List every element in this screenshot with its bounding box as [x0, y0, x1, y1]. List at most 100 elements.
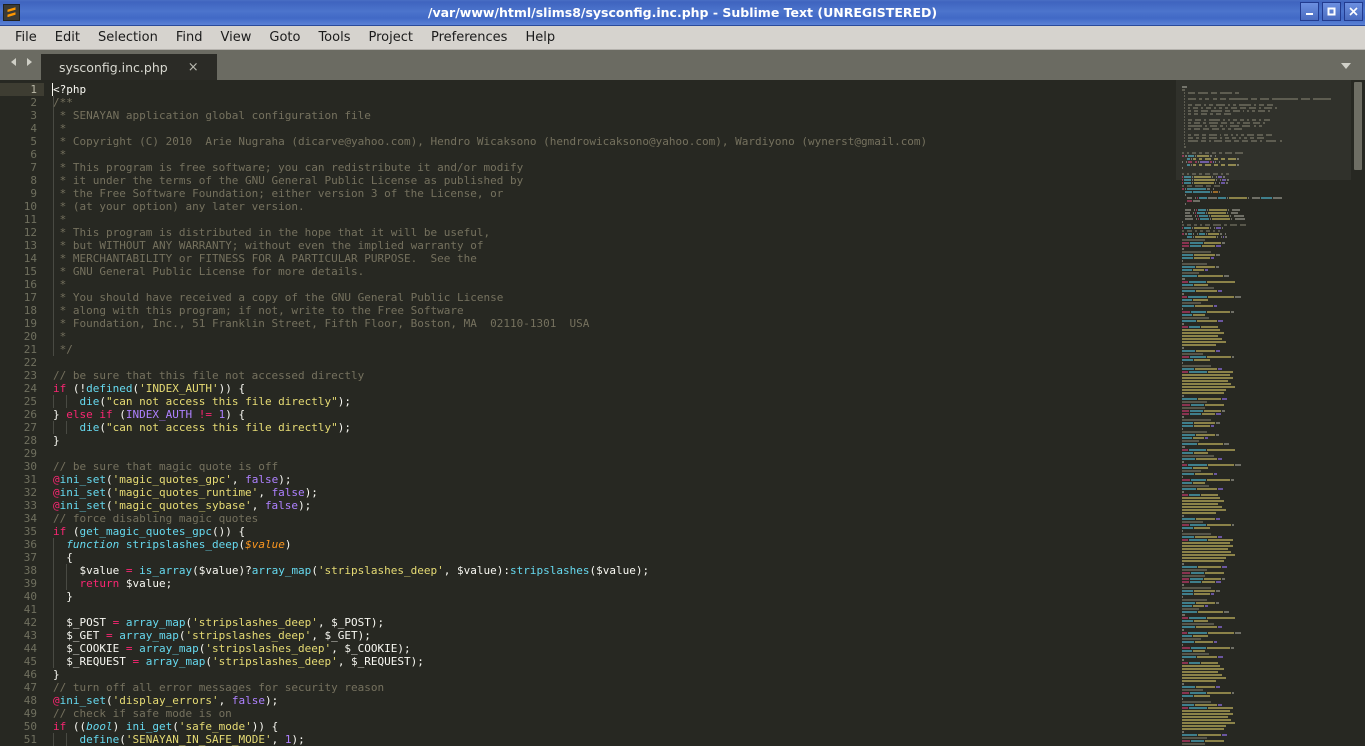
- code-line[interactable]: * along with this program; if not, write…: [44, 304, 1176, 317]
- code-line[interactable]: return $value;: [44, 577, 1176, 590]
- code-line[interactable]: * GNU General Public License for more de…: [44, 265, 1176, 278]
- code-line[interactable]: /**: [44, 96, 1176, 109]
- code-line[interactable]: define('SENAYAN_IN_SAFE_MODE', 1);: [44, 733, 1176, 746]
- minimap-line: [1182, 338, 1345, 340]
- code-line[interactable]: $_REQUEST = array_map('stripslashes_deep…: [44, 655, 1176, 668]
- code-line[interactable]: if ((bool) ini_get('safe_mode')) {: [44, 720, 1176, 733]
- code-line[interactable]: *: [44, 148, 1176, 161]
- editor-tab[interactable]: sysconfig.inc.php ×: [41, 54, 217, 80]
- code-token: );: [291, 733, 305, 746]
- code-token: );: [304, 486, 318, 499]
- menu-item-edit[interactable]: Edit: [46, 28, 89, 48]
- code-token: ,: [258, 486, 272, 499]
- code-line[interactable]: *: [44, 278, 1176, 291]
- menu-item-file[interactable]: File: [6, 28, 46, 48]
- tab-overflow-button[interactable]: [1339, 50, 1353, 80]
- code-line[interactable]: // force disabling magic quotes: [44, 512, 1176, 525]
- code-token: if: [53, 720, 67, 733]
- code-line[interactable]: if (!defined('INDEX_AUTH')) {: [44, 382, 1176, 395]
- code-line[interactable]: }: [44, 434, 1176, 447]
- chevron-left-icon[interactable]: [8, 53, 20, 72]
- menu-item-help[interactable]: Help: [516, 28, 564, 48]
- code-line[interactable]: // turn off all error messages for secur…: [44, 681, 1176, 694]
- code-line[interactable]: * Copyright (C) 2010 Arie Nugraha (dicar…: [44, 135, 1176, 148]
- menu-item-find[interactable]: Find: [167, 28, 212, 48]
- code-line[interactable]: * but WITHOUT ANY WARRANTY; without even…: [44, 239, 1176, 252]
- line-number: 29: [23, 447, 37, 460]
- code-line[interactable]: * You should have received a copy of the…: [44, 291, 1176, 304]
- tab-body[interactable]: sysconfig.inc.php ×: [53, 54, 205, 80]
- code-token: array_map: [125, 616, 186, 629]
- code-line[interactable]: * it under the terms of the GNU General …: [44, 174, 1176, 187]
- editor-area[interactable]: 1 2 3 4 5 6 7 8 9 10 11 12 13 14 15 16 17 18 19 20 21 22 23 24 2…: [0, 80, 1365, 746]
- code-line[interactable]: *: [44, 330, 1176, 343]
- code-line[interactable]: * the Free Software Foundation; either v…: [44, 187, 1176, 200]
- code-token: 'stripslashes_deep': [205, 642, 332, 655]
- code-line[interactable]: *: [44, 213, 1176, 226]
- code-line[interactable]: $_GET = array_map('stripslashes_deep', $…: [44, 629, 1176, 642]
- code-line[interactable]: @ini_set('display_errors', false);: [44, 694, 1176, 707]
- code-line[interactable]: }: [44, 668, 1176, 681]
- minimap-line: [1182, 122, 1345, 124]
- minimap-line: [1182, 548, 1345, 550]
- code-line[interactable]: <?php: [44, 83, 1176, 96]
- code-line[interactable]: * (at your option) any later version.: [44, 200, 1176, 213]
- minimap-line: [1182, 161, 1345, 163]
- code-line[interactable]: @ini_set('magic_quotes_runtime', false);: [44, 486, 1176, 499]
- menu-item-preferences[interactable]: Preferences: [422, 28, 516, 48]
- code-line[interactable]: [44, 603, 1176, 616]
- menu-item-view[interactable]: View: [212, 28, 261, 48]
- code-line[interactable]: $_COOKIE = array_map('stripslashes_deep'…: [44, 642, 1176, 655]
- minimap-line: [1182, 401, 1345, 403]
- code-line[interactable]: *: [44, 122, 1176, 135]
- line-number: 26: [23, 408, 37, 421]
- code-line[interactable]: [44, 447, 1176, 460]
- vertical-scrollbar[interactable]: [1351, 80, 1365, 746]
- maximize-button[interactable]: [1322, 2, 1341, 21]
- code-token: false: [231, 694, 265, 707]
- code-line[interactable]: * This program is free software; you can…: [44, 161, 1176, 174]
- code-line[interactable]: die("can not access this file directly")…: [44, 421, 1176, 434]
- tab-close-icon[interactable]: ×: [188, 61, 199, 74]
- code-line[interactable]: {: [44, 551, 1176, 564]
- code-token: 'stripslashes_deep': [185, 629, 312, 642]
- code-line[interactable]: * MERCHANTABILITY or FITNESS FOR A PARTI…: [44, 252, 1176, 265]
- code-line[interactable]: @ini_set('magic_quotes_sybase', false);: [44, 499, 1176, 512]
- code-line[interactable]: $value = is_array($value)?array_map('str…: [44, 564, 1176, 577]
- code-line[interactable]: * This program is distributed in the hop…: [44, 226, 1176, 239]
- tab-bar: sysconfig.inc.php ×: [0, 50, 1365, 80]
- minimize-button[interactable]: [1300, 2, 1319, 21]
- code-line[interactable]: // be sure that magic quote is off: [44, 460, 1176, 473]
- code-line[interactable]: * Foundation, Inc., 51 Franklin Street, …: [44, 317, 1176, 330]
- code-line[interactable]: }: [44, 590, 1176, 603]
- code-line[interactable]: * SENAYAN application global configurati…: [44, 109, 1176, 122]
- scrollbar-thumb[interactable]: [1354, 82, 1362, 170]
- minimap-line: [1182, 692, 1345, 694]
- line-number: 21: [23, 343, 37, 356]
- menu-item-goto[interactable]: Goto: [260, 28, 309, 48]
- menu-item-project[interactable]: Project: [359, 28, 421, 48]
- code-line[interactable]: @ini_set('magic_quotes_gpc', false);: [44, 473, 1176, 486]
- minimap-line: [1182, 260, 1345, 262]
- code-token: // force disabling magic quotes: [53, 512, 259, 525]
- menu-item-tools[interactable]: Tools: [309, 28, 359, 48]
- code-line[interactable]: function stripslashes_deep($value): [44, 538, 1176, 551]
- minimap-line: [1182, 371, 1345, 373]
- close-button[interactable]: [1344, 2, 1363, 21]
- code-line[interactable]: */: [44, 343, 1176, 356]
- minimap-line: [1182, 287, 1345, 289]
- code-line[interactable]: die("can not access this file directly")…: [44, 395, 1176, 408]
- code-line[interactable]: $_POST = array_map('stripslashes_deep', …: [44, 616, 1176, 629]
- code-line[interactable]: [44, 356, 1176, 369]
- code-line[interactable]: // be sure that this file not accessed d…: [44, 369, 1176, 382]
- code-line[interactable]: } else if (INDEX_AUTH != 1) {: [44, 408, 1176, 421]
- code-line[interactable]: if (get_magic_quotes_gpc()) {: [44, 525, 1176, 538]
- chevron-right-icon[interactable]: [23, 53, 35, 72]
- code-line[interactable]: // check if safe mode is on: [44, 707, 1176, 720]
- code-minimap[interactable]: [1176, 80, 1351, 746]
- minimap-line: [1182, 365, 1345, 367]
- menu-item-selection[interactable]: Selection: [89, 28, 167, 48]
- minimap-line: [1182, 533, 1345, 535]
- code-content[interactable]: <?php/** * SENAYAN application global co…: [44, 80, 1176, 746]
- window-titlebar[interactable]: /var/www/html/slims8/sysconfig.inc.php -…: [0, 0, 1365, 26]
